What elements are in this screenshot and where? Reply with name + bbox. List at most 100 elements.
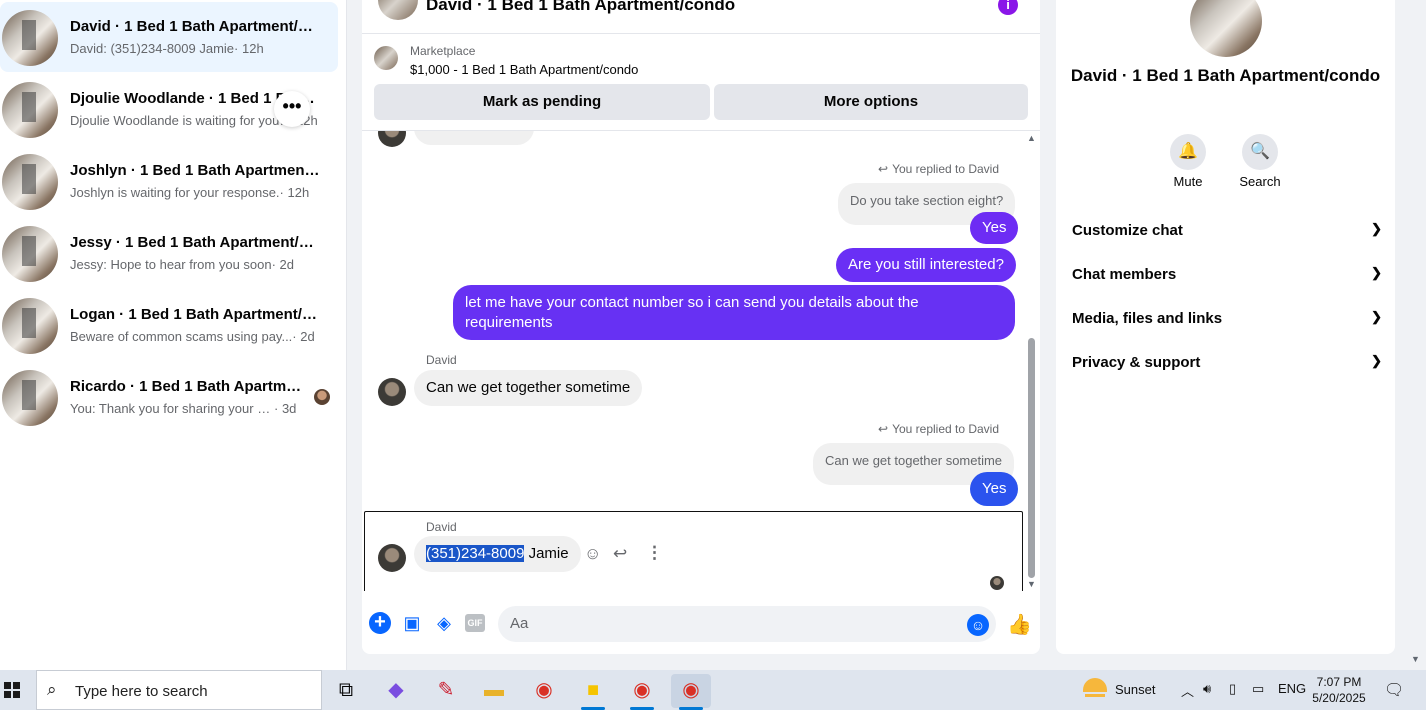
conversation-preview: David: (351)234-8009 Jamie· 12h	[70, 41, 264, 56]
conversation-name: Logan · 1 Bed 1 Bath Apartment/condo	[70, 306, 320, 323]
privacy-support-item[interactable]: Privacy & support ❯	[1072, 353, 1382, 374]
sender-avatar	[378, 544, 406, 572]
message-list: ↩ You replied to David Do you take sectio…	[362, 131, 1024, 591]
conversation-preview: Beware of common scams using pay...· 2d	[70, 329, 315, 344]
conversation-header: David · 1 Bed 1 Bath Apartment/condo i	[362, 0, 1040, 34]
conversation-item-joshlyn[interactable]: Joshlyn · 1 Bed 1 Bath Apartment/condo J…	[0, 146, 338, 216]
conversation-item-jessy[interactable]: Jessy · 1 Bed 1 Bath Apartment/condo Jes…	[0, 218, 338, 288]
search-icon[interactable]: 🔍	[1242, 134, 1278, 170]
file-explorer-icon[interactable]: ▬	[474, 674, 514, 708]
outgoing-message[interactable]: Yes	[970, 472, 1019, 506]
sender-avatar	[378, 131, 406, 147]
start-button[interactable]	[0, 670, 36, 710]
chrome-profile-icon[interactable]: ◉	[622, 674, 662, 710]
info-title: David · 1 Bed 1 Bath Apartment/condo	[1070, 66, 1381, 85]
paint-icon[interactable]: ✎	[426, 674, 466, 708]
gif-icon[interactable]: GIF	[465, 614, 485, 632]
info-panel: David · 1 Bed 1 Bath Apartment/condo 🔔 M…	[1056, 0, 1395, 654]
more-actions-plus-icon[interactable]: +	[369, 612, 391, 634]
scroll-down-arrow-icon[interactable]: ▼	[1027, 579, 1036, 589]
volume-icon[interactable]: 🔊︎	[1203, 681, 1211, 697]
bell-icon[interactable]: 🔔	[1170, 134, 1206, 170]
incoming-message[interactable]: Can we get together sometime	[414, 370, 643, 406]
sender-avatar	[378, 378, 406, 406]
mute-label: Mute	[1173, 174, 1203, 189]
clock-time: 7:07 PM	[1316, 675, 1362, 689]
seen-avatar-icon	[314, 389, 330, 405]
chevron-down-icon: ❯	[1371, 309, 1382, 324]
conversation-name: Joshlyn · 1 Bed 1 Bath Apartment/condo	[70, 162, 320, 179]
language-indicator[interactable]: ENG	[1278, 681, 1306, 696]
chat-members-item[interactable]: Chat members ❯	[1072, 265, 1382, 286]
message-scrollbar[interactable]: ▲ ▼	[1026, 131, 1038, 591]
sender-name: David	[426, 520, 457, 534]
composer-bar: + ▣ ◈ GIF Aa ☺ 👍	[362, 604, 1040, 644]
search-label: Search	[1239, 174, 1281, 189]
chat-list: David · 1 Bed 1 Bath Apartment/condo Dav…	[0, 0, 347, 670]
outgoing-message[interactable]: Yes	[970, 212, 1019, 244]
notification-center-icon[interactable]: 🗨	[1384, 680, 1404, 700]
taskbar-search[interactable]: ⌕ Type here to search	[36, 670, 322, 710]
reply-icon: ↩	[878, 422, 889, 436]
conversation-preview: Joshlyn is waiting for your response.· 1…	[70, 185, 310, 200]
conversation-name: David · 1 Bed 1 Bath Apartment/condo	[70, 18, 320, 35]
sticker-icon[interactable]: ◈	[433, 612, 455, 634]
marketplace-listing-icon	[374, 46, 398, 70]
more-options-button[interactable]: More options	[714, 84, 1028, 120]
more-actions-icon[interactable]: ⋮	[646, 543, 663, 563]
clock[interactable]: 7:07 PM 5/20/2025	[1306, 674, 1372, 706]
copilot-icon[interactable]: ◆	[376, 674, 416, 708]
react-emoji-icon[interactable]: ☺	[584, 544, 601, 564]
outgoing-message[interactable]: let me have your contact number so i can…	[453, 285, 1015, 340]
conversation-item-david[interactable]: David · 1 Bed 1 Bath Apartment/condo Dav…	[0, 2, 338, 72]
chrome-active-icon[interactable]: ◉	[671, 674, 711, 710]
page-scroll-down-arrow-icon[interactable]: ▼	[1411, 654, 1420, 664]
chevron-down-icon: ❯	[1371, 353, 1382, 368]
chevron-down-icon: ❯	[1371, 221, 1382, 236]
info-icon[interactable]: i	[998, 0, 1018, 15]
message-input[interactable]: Aa	[498, 606, 996, 642]
task-view-icon[interactable]: ⧉	[326, 674, 366, 708]
conversation-title[interactable]: David · 1 Bed 1 Bath Apartment/condo	[426, 0, 735, 15]
scroll-up-arrow-icon[interactable]: ▲	[1027, 133, 1036, 143]
media-files-links-item[interactable]: Media, files and links ❯	[1072, 309, 1382, 330]
reply-indicator: ↩ You replied to David	[878, 422, 1000, 436]
conversation-item-logan[interactable]: Logan · 1 Bed 1 Bath Apartment/condo Bew…	[0, 290, 338, 360]
conversation-name: Ricardo · 1 Bed 1 Bath Apartment/condo	[70, 378, 302, 395]
mark-as-pending-button[interactable]: Mark as pending	[374, 84, 710, 120]
header-avatar[interactable]	[378, 0, 418, 20]
chrome-icon[interactable]: ◉	[524, 674, 564, 708]
search-button[interactable]: 🔍 Search	[1230, 134, 1290, 189]
sticky-notes-icon[interactable]: ■	[573, 674, 613, 710]
conversation-more-button[interactable]: •••	[274, 91, 310, 127]
show-hidden-icons-icon[interactable]: ︿	[1181, 681, 1194, 700]
conversation-name: Jessy · 1 Bed 1 Bath Apartment/condo	[70, 234, 320, 251]
reply-icon[interactable]: ↩	[613, 544, 627, 564]
outgoing-message[interactable]: Are you still interested?	[836, 248, 1016, 282]
message-bubble-partial	[414, 131, 534, 145]
weather-label[interactable]: Sunset	[1115, 682, 1155, 697]
scroll-thumb[interactable]	[1028, 338, 1035, 578]
photo-icon[interactable]: ▣	[401, 612, 423, 634]
mute-button[interactable]: 🔔 Mute	[1158, 134, 1218, 189]
selected-text[interactable]: (351)234-8009	[426, 545, 525, 562]
thumbs-up-icon[interactable]: 👍	[1007, 612, 1032, 637]
windows-logo-icon	[4, 682, 20, 698]
sunset-weather-icon[interactable]	[1083, 678, 1107, 702]
marketplace-label: Marketplace	[410, 44, 476, 58]
listing-thumbnail	[2, 370, 58, 426]
listing-thumbnail	[2, 226, 58, 282]
customize-chat-item[interactable]: Customize chat ❯	[1072, 221, 1382, 242]
emoji-icon[interactable]: ☺	[967, 614, 989, 636]
conversation-item-ricardo[interactable]: Ricardo · 1 Bed 1 Bath Apartment/condo Y…	[0, 362, 338, 432]
chevron-down-icon: ❯	[1371, 265, 1382, 280]
network-icon[interactable]: ▭	[1252, 681, 1264, 697]
incoming-message-phone[interactable]: (351)234-8009 Jamie	[414, 536, 581, 572]
listing-price-title[interactable]: $1,000 - 1 Bed 1 Bath Apartment/condo	[410, 62, 638, 77]
battery-icon[interactable]: ▯	[1229, 681, 1236, 697]
search-icon: ⌕	[47, 680, 57, 699]
listing-avatar	[1190, 0, 1262, 57]
reply-icon: ↩	[878, 162, 889, 176]
listing-thumbnail	[2, 82, 58, 138]
listing-thumbnail	[2, 298, 58, 354]
